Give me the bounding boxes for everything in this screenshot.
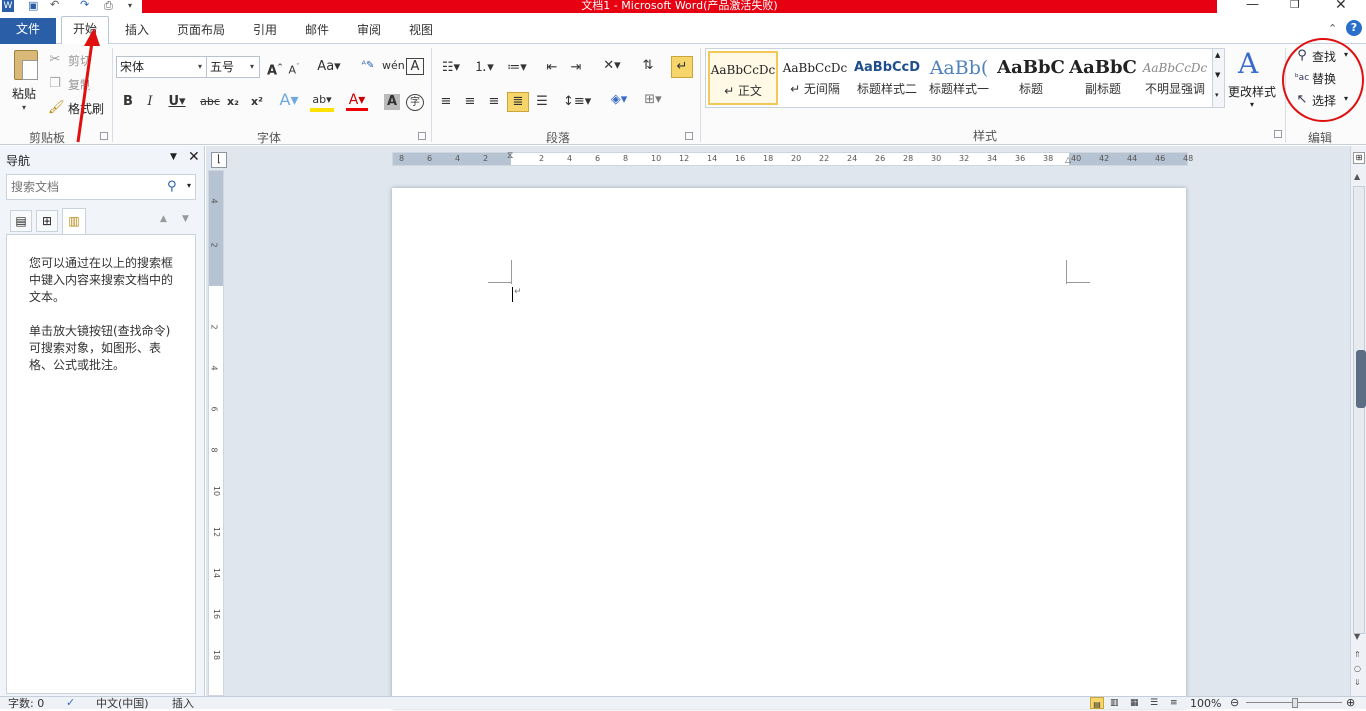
zoom-out-icon[interactable]: ⊖ (1230, 696, 1239, 709)
scroll-track[interactable] (1353, 186, 1365, 634)
ruler-tick-label: 2 (209, 242, 219, 248)
ruler-tick-label: 14 (212, 567, 222, 579)
red-arrowhead-annotation (84, 28, 100, 46)
ruler-tick-label: 4 (455, 154, 461, 163)
crop-mark-top-right-h (1066, 282, 1090, 283)
ruler-tick-label: 2 (483, 154, 489, 163)
full-screen-view-icon[interactable]: ▥ (1110, 697, 1119, 710)
word-count[interactable]: 字数: 0 (8, 697, 44, 710)
zoom-slider-thumb[interactable] (1292, 698, 1298, 708)
ruler-tick-label: 34 (987, 154, 998, 163)
ruler-tick-label: 46 (1155, 154, 1166, 163)
ruler-tick-label: 4 (567, 154, 573, 163)
nav-results-tab-icon[interactable]: ▥ (62, 208, 86, 234)
ruler-tick-label: 8 (399, 154, 405, 163)
ruler-tick-label: 16 (735, 154, 746, 163)
red-arrow-annotation (76, 41, 94, 143)
browse-object-icon[interactable]: ○ (1354, 664, 1361, 673)
ruler-tick-label: 20 (791, 154, 802, 163)
ruler-tick-label: 6 (209, 406, 219, 412)
ruler-tick-label: 30 (931, 154, 942, 163)
indent-marker-icon[interactable]: ⧖ (507, 151, 513, 161)
nav-next-icon[interactable]: ▼ (182, 214, 189, 224)
scroll-up-icon[interactable]: ▲ (1354, 172, 1360, 181)
draft-view-icon[interactable]: ≡ (1170, 697, 1178, 710)
nav-search-box[interactable]: ⚲ ▾ (6, 174, 196, 200)
ruler-tick-label: 10 (651, 154, 662, 163)
ruler-tick-label: 28 (903, 154, 914, 163)
ruler-toggle-icon[interactable]: ⊞ (1353, 152, 1365, 164)
ruler-tick-label: 4 (209, 198, 219, 204)
ruler-tick-label: 12 (212, 526, 222, 538)
outline-view-icon[interactable]: ☰ (1150, 697, 1158, 710)
ruler-tick-label: 36 (1015, 154, 1026, 163)
ruler-tick-label: 8 (209, 447, 219, 453)
ruler-tick-label: 2 (209, 324, 219, 330)
ruler-tick-label: 16 (212, 608, 222, 620)
ruler-tick-label: 22 (819, 154, 830, 163)
nav-prev-icon[interactable]: ▲ (160, 214, 167, 224)
document-page[interactable]: ↵ (392, 188, 1186, 708)
nav-close-icon[interactable]: ✕ (188, 149, 200, 165)
ruler-tick-label: 44 (1127, 154, 1138, 163)
nav-headings-tab-icon[interactable]: ▤ (10, 210, 32, 232)
ruler-tick-label: 42 (1099, 154, 1110, 163)
ruler-tick-label: 26 (875, 154, 886, 163)
ruler-tick-label: 4 (209, 365, 219, 371)
status-bar: 字数: 0 ✓ 中文(中国) 插入 ▤ ▥ ▦ ☰ ≡ 100% ⊖ ⊕ (0, 696, 1366, 710)
nav-search-input[interactable] (11, 177, 161, 197)
ruler-tick-label: 18 (212, 649, 222, 661)
nav-results-panel: 您可以通过在以上的搜索框中键入内容来搜索文档中的文本。 单击放大镜按钮(查找命令… (6, 234, 196, 694)
crop-mark-top-right-v (1066, 260, 1067, 284)
ruler-tick-label: 48 (1183, 154, 1194, 163)
ruler-tick-label: 38 (1043, 154, 1054, 163)
ruler-left-margin (393, 153, 511, 165)
proofing-icon[interactable]: ✓ (66, 696, 75, 709)
ruler-tick-label: 2 (539, 154, 545, 163)
scroll-thumb[interactable] (1356, 350, 1366, 408)
horizontal-ruler[interactable]: ⧖ △ 8 6 4 2 2 4 6 8 10 12 14 16 18 20 22 24 26 28 30 32 34 36… (392, 151, 1193, 166)
web-layout-view-icon[interactable]: ▦ (1130, 697, 1139, 710)
text-cursor (512, 287, 513, 302)
nav-options-icon[interactable]: ▼ (170, 152, 177, 162)
nav-title: 导航 (6, 154, 31, 168)
ruler-tick-label: 6 (427, 154, 433, 163)
next-page-icon[interactable]: ⇓ (1354, 678, 1361, 687)
ruler-tick-label: 10 (212, 485, 222, 497)
ruler-tick-label: 32 (959, 154, 970, 163)
ruler-top-margin (209, 171, 223, 286)
scroll-down-icon[interactable]: ▼ (1354, 632, 1360, 641)
insert-mode-indicator[interactable]: 插入 (172, 697, 194, 710)
print-layout-view-icon[interactable]: ▤ (1090, 697, 1104, 709)
crop-mark-top-left-v (511, 260, 512, 284)
ruler-tick-label: 12 (679, 154, 690, 163)
search-dropdown-icon[interactable]: ▾ (187, 181, 191, 190)
ruler-tick-label: 6 (595, 154, 601, 163)
zoom-in-icon[interactable]: ⊕ (1346, 696, 1355, 709)
magnifier-icon[interactable]: ⚲ (167, 179, 177, 194)
nav-help-text-2: 单击放大镜按钮(查找命令)可搜索对象，如图形、表格、公式或批注。 (29, 324, 171, 372)
nav-help-text-1: 您可以通过在以上的搜索框中键入内容来搜索文档中的文本。 (29, 256, 174, 304)
ruler-tick-label: 14 (707, 154, 718, 163)
ruler-tick-label: 8 (623, 154, 629, 163)
previous-page-icon[interactable]: ⇑ (1354, 650, 1361, 659)
ruler-tick-label: 24 (847, 154, 858, 163)
paragraph-mark-icon: ↵ (514, 287, 522, 297)
vertical-scrollbar[interactable]: ⊞ ▲ ▼ ⇑ ○ ⇓ (1350, 146, 1366, 696)
navigation-pane: 导航 ▼ ✕ ⚲ ▾ ▤ ⊞ ▥ ▲ ▼ 您可以通过在以上的搜索框中键入内容来搜… (0, 146, 205, 696)
nav-pages-tab-icon[interactable]: ⊞ (36, 210, 58, 232)
ruler-tick-label: 40 (1071, 154, 1082, 163)
crop-mark-top-left-h (488, 282, 512, 283)
vertical-ruler[interactable]: 4 2 2 4 6 8 10 12 14 16 18 (208, 170, 224, 696)
tab-selector-icon[interactable]: ⌊ (211, 152, 227, 168)
zoom-level[interactable]: 100% (1190, 697, 1221, 710)
red-circle-annotation (1282, 38, 1364, 122)
ruler-tick-label: 18 (763, 154, 774, 163)
language-indicator[interactable]: 中文(中国) (96, 697, 149, 710)
